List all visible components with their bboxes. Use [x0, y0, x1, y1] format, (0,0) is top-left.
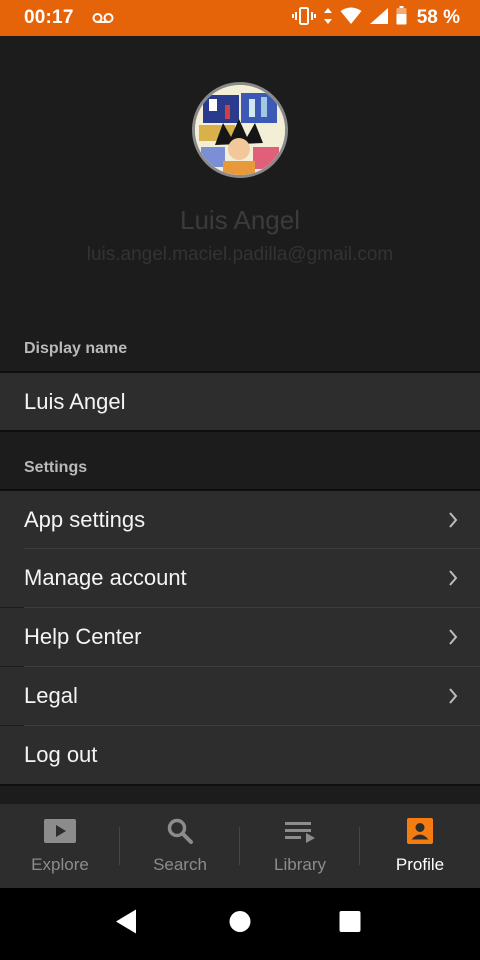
- divider: [0, 430, 480, 432]
- status-bar: 00:17 58 %: [0, 0, 480, 36]
- library-icon: [284, 816, 316, 846]
- avatar[interactable]: [192, 82, 288, 178]
- settings-section-label: Settings: [24, 459, 88, 476]
- app-settings-label: App settings: [24, 507, 146, 532]
- profile-name: Luis Angel: [180, 205, 300, 235]
- nav-separator: [119, 827, 120, 865]
- nav-label-profile: Profile: [395, 855, 445, 874]
- log-out-item[interactable]: Log out: [0, 726, 480, 784]
- help-center-item[interactable]: Help Center: [0, 608, 480, 666]
- legal-label: Legal: [24, 683, 78, 708]
- nav-separator: [239, 827, 240, 865]
- cell-signal-icon: [369, 7, 389, 30]
- legal-item[interactable]: Legal: [0, 667, 480, 725]
- back-icon[interactable]: [114, 909, 138, 940]
- data-arrows-icon: [323, 7, 333, 30]
- profile-email: luis.angel.maciel.padilla@gmail.com: [86, 244, 394, 265]
- chevron-right-icon: [448, 629, 458, 645]
- nav-item-explore[interactable]: Explore: [0, 804, 120, 888]
- profile-header: Luis Angel luis.angel.maciel.padilla@gma…: [0, 36, 480, 326]
- app-settings-item[interactable]: App settings: [0, 491, 480, 549]
- voicemail-icon: [92, 12, 114, 24]
- nav-separator: [359, 827, 360, 865]
- display-name-value: Luis Angel: [24, 389, 126, 414]
- screen: 00:17 58 % Luis Angel luis.angel.maciel.…: [0, 0, 480, 960]
- nav-label-library: Library: [274, 855, 326, 874]
- chevron-right-icon: [448, 688, 458, 704]
- help-center-label: Help Center: [24, 624, 142, 649]
- divider: [0, 784, 480, 786]
- profile-icon: [406, 816, 434, 846]
- play-icon: [43, 816, 77, 846]
- recents-icon[interactable]: [339, 911, 361, 938]
- nav-item-profile[interactable]: Profile: [360, 804, 480, 888]
- manage-account-item[interactable]: Manage account: [0, 549, 480, 607]
- search-icon: [166, 816, 194, 846]
- vibrate-icon: [291, 6, 316, 30]
- wifi-icon: [340, 7, 362, 30]
- chevron-right-icon: [448, 570, 458, 586]
- system-nav-bar: [0, 888, 480, 960]
- nav-label-explore: Explore: [31, 855, 89, 874]
- home-icon[interactable]: [229, 911, 251, 938]
- battery-percent: 58 %: [416, 7, 460, 28]
- battery-icon: [396, 6, 407, 30]
- bottom-nav: Explore Search Library Profile: [0, 804, 480, 888]
- nav-item-search[interactable]: Search: [120, 804, 240, 888]
- status-time: 00:17: [24, 7, 74, 28]
- nav-label-search: Search: [153, 855, 207, 874]
- display-name-section-label: Display name: [24, 340, 128, 357]
- chevron-right-icon: [448, 512, 458, 528]
- manage-account-label: Manage account: [24, 565, 187, 590]
- status-icons: 58 %: [291, 6, 460, 30]
- display-name-field[interactable]: Luis Angel: [0, 373, 480, 431]
- log-out-label: Log out: [24, 742, 98, 767]
- nav-item-library[interactable]: Library: [240, 804, 360, 888]
